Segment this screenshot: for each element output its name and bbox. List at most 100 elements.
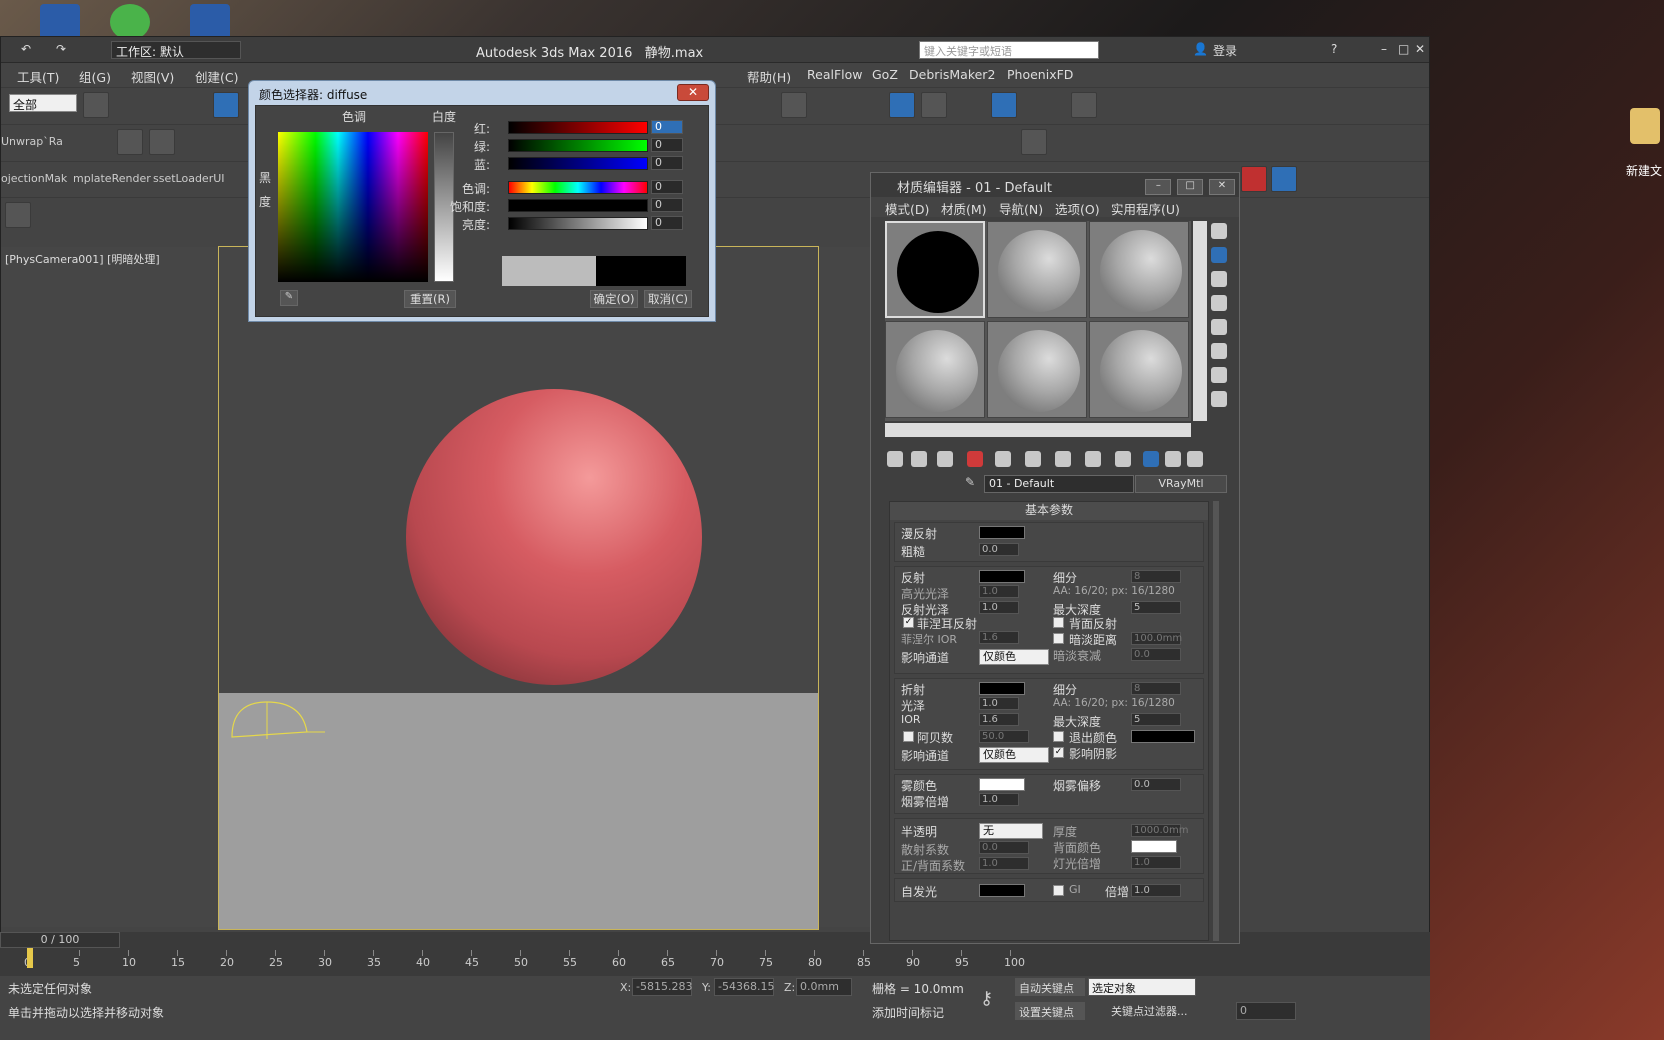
current-frame-field[interactable]: 0 (1236, 1002, 1296, 1020)
ok-button[interactable]: 确定(O) (590, 290, 638, 308)
make-preview-icon[interactable] (1211, 343, 1227, 359)
material-name-dropdown[interactable]: 01 - Default (984, 475, 1134, 493)
copy-material-icon[interactable] (995, 451, 1011, 467)
fresnel-checkbox[interactable]: ✓ (903, 617, 914, 628)
reflect-subdivs-field[interactable]: 8 (1131, 570, 1181, 583)
slot-horizontal-scrollbar[interactable] (885, 423, 1191, 437)
ior-field[interactable]: 1.6 (979, 713, 1019, 726)
value-slider[interactable] (508, 217, 648, 230)
viewport-label[interactable]: [PhysCamera001] [明暗处理] (5, 251, 160, 267)
rollout-title[interactable]: 基本参数 (890, 502, 1208, 520)
auto-key-button[interactable]: 自动关键点 (1015, 978, 1085, 996)
folder-icon[interactable] (1630, 108, 1660, 144)
eyedropper-icon[interactable]: ✎ (280, 290, 298, 306)
reset-button[interactable]: 重置(R) (404, 290, 456, 308)
maximize-icon[interactable]: □ (1177, 179, 1204, 195)
go-forward-icon[interactable] (1187, 451, 1203, 467)
pick-material-icon[interactable]: ✎ (965, 475, 975, 489)
gi-checkbox[interactable] (1053, 885, 1064, 896)
layer-manager-icon[interactable] (5, 202, 31, 228)
help-icon[interactable]: ? (1331, 42, 1337, 56)
menu-goz[interactable]: GoZ (872, 67, 898, 82)
rollout-scrollbar[interactable] (1213, 501, 1219, 941)
undo-icon[interactable]: ↶ (21, 42, 31, 56)
close-icon[interactable]: ✕ (1415, 42, 1425, 56)
select-object-button[interactable] (83, 92, 109, 118)
login-button[interactable]: 登录 (1213, 42, 1237, 59)
sphere-icon[interactable] (117, 129, 143, 155)
abbe-checkbox[interactable] (903, 731, 914, 742)
backside-checkbox[interactable] (1053, 617, 1064, 628)
menu-group[interactable]: 组(G) (79, 67, 111, 86)
sphere-object[interactable] (406, 389, 702, 685)
dim-distance-checkbox[interactable] (1053, 633, 1064, 644)
menu-debrismaker[interactable]: DebrisMaker2 (909, 67, 995, 82)
refract-maxdepth-field[interactable]: 5 (1131, 713, 1181, 726)
fresnel-ior-field[interactable]: 1.6 (979, 631, 1019, 644)
teapot-icon[interactable] (1021, 129, 1047, 155)
timeline-playhead[interactable] (27, 948, 33, 968)
show-end-result-icon[interactable] (1143, 451, 1159, 467)
dim-distance-field[interactable]: 100.0mm (1131, 632, 1182, 645)
uv-tiling-icon[interactable] (1211, 295, 1227, 311)
fog-multiplier-field[interactable]: 1.0 (979, 793, 1019, 806)
hue-spinner[interactable]: 0 (651, 180, 683, 194)
options-icon[interactable] (1211, 367, 1227, 383)
affect-shadows-checkbox[interactable]: ✓ (1053, 747, 1064, 758)
select-by-material-icon[interactable] (1211, 391, 1227, 407)
exit-color-swatch[interactable] (1131, 730, 1195, 743)
plugin-tab-unwrap[interactable]: Unwrap`Ra (1, 135, 63, 148)
green-spinner[interactable]: 0 (651, 138, 683, 152)
workspace-dropdown[interactable]: 工作区: 默认 (111, 41, 241, 59)
delete-icon[interactable] (967, 451, 983, 467)
close-icon[interactable]: ✕ (1209, 179, 1235, 195)
material-editor-button[interactable] (889, 92, 915, 118)
render-button[interactable] (1071, 92, 1097, 118)
abbe-field[interactable]: 50.0 (979, 730, 1029, 743)
scatter-coeff-field[interactable]: 0.0 (979, 841, 1029, 854)
key-filters-button[interactable]: 关键点过滤器... (1108, 1002, 1198, 1020)
assign-material-icon[interactable] (937, 451, 953, 467)
green-slider[interactable] (508, 139, 648, 152)
hue-saturation-picker[interactable] (278, 132, 428, 282)
add-time-tag[interactable]: 添加时间标记 (872, 1004, 944, 1021)
render-setup-button[interactable] (991, 92, 1017, 118)
refract-gloss-field[interactable]: 1.0 (979, 697, 1019, 710)
material-slot[interactable] (885, 321, 985, 418)
value-spinner[interactable]: 0 (651, 216, 683, 230)
time-slider[interactable]: 0 / 100 (0, 932, 120, 948)
get-material-icon[interactable] (887, 451, 903, 467)
background-icon[interactable] (1211, 271, 1227, 287)
self-illum-color-swatch[interactable] (979, 884, 1025, 897)
maximize-icon[interactable]: □ (1398, 42, 1409, 56)
tshirt-icon[interactable] (149, 129, 175, 155)
material-slot[interactable] (987, 321, 1087, 418)
saturation-spinner[interactable]: 0 (651, 198, 683, 212)
menu-modes[interactable]: 模式(D) (885, 199, 929, 218)
vray-icon[interactable] (1241, 166, 1267, 192)
back-color-swatch[interactable] (1131, 840, 1177, 853)
move-button[interactable] (213, 92, 239, 118)
put-to-scene-icon[interactable] (911, 451, 927, 467)
material-slot[interactable] (885, 221, 985, 318)
material-slot[interactable] (987, 221, 1087, 318)
video-check-icon[interactable] (1211, 319, 1227, 335)
sample-type-icon[interactable] (1211, 223, 1227, 239)
red-slider[interactable] (508, 121, 648, 134)
minimize-icon[interactable]: – (1381, 42, 1387, 56)
translucency-dropdown[interactable]: 无 (979, 823, 1043, 839)
reflect-color-swatch[interactable] (979, 570, 1025, 583)
light-multiplier-field[interactable]: 1.0 (1131, 856, 1181, 869)
refract-subdivs-field[interactable]: 8 (1131, 682, 1181, 695)
menu-help[interactable]: 帮助(H) (747, 67, 791, 86)
menu-views[interactable]: 视图(V) (131, 67, 174, 86)
exit-color-checkbox[interactable] (1053, 731, 1064, 742)
material-id-icon[interactable] (1085, 451, 1101, 467)
blue-slider[interactable] (508, 157, 648, 170)
put-to-library-icon[interactable] (1055, 451, 1071, 467)
reflect-gloss-field[interactable]: 1.0 (979, 601, 1019, 614)
self-illum-mult-field[interactable]: 1.0 (1131, 884, 1181, 897)
x-coordinate-field[interactable]: -5815.283 (632, 978, 692, 996)
backlight-icon[interactable] (1211, 247, 1227, 263)
wechat-icon[interactable] (110, 4, 150, 40)
